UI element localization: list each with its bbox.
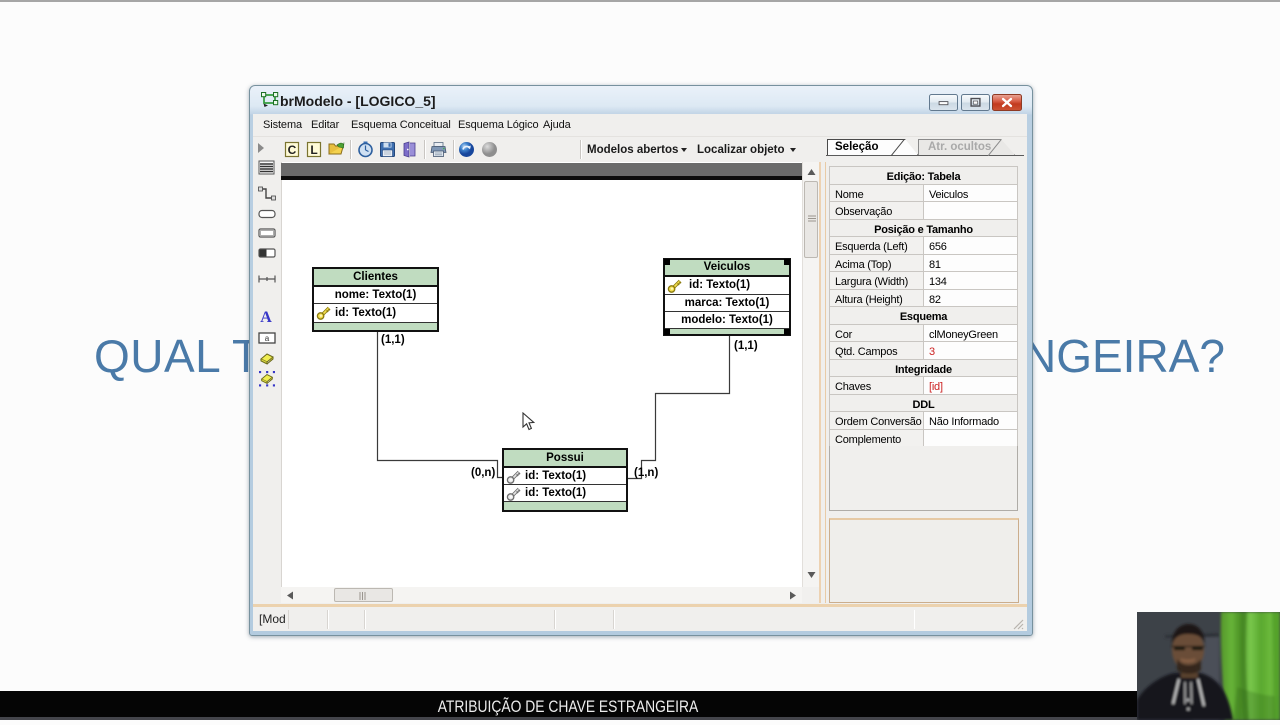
svg-text:L: L: [310, 143, 317, 157]
svg-text:a: a: [265, 334, 270, 343]
svg-text:C: C: [288, 143, 297, 157]
